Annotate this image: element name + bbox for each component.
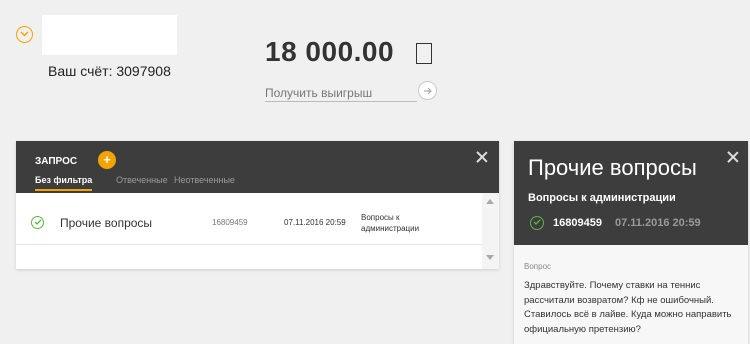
requests-panel: ЗАПРОС + Без фильтра Отвеченные Неотвече…	[16, 141, 499, 269]
check-circle-icon	[530, 216, 544, 230]
withdraw-submit-button[interactable]	[418, 81, 437, 100]
request-detail-panel: Прочие вопросы Вопросы к администрации 1…	[514, 141, 748, 344]
tab-unanswered[interactable]: Неотвеченные	[174, 175, 235, 185]
detail-date: 07.11.2016 20:59	[615, 217, 701, 229]
row-id: 16809459	[212, 218, 248, 227]
detail-id: 16809459	[553, 217, 602, 229]
chevron-down-icon[interactable]	[16, 26, 33, 43]
request-detail-header: Прочие вопросы Вопросы к администрации 1…	[514, 141, 748, 245]
tab-no-filter[interactable]: Без фильтра	[35, 175, 93, 191]
requests-panel-header: ЗАПРОС + Без фильтра Отвеченные Неотвече…	[16, 141, 499, 193]
arrow-right-icon	[424, 87, 432, 95]
close-icon[interactable]	[476, 151, 488, 163]
scroll-down-icon[interactable]	[486, 255, 494, 260]
scroll-up-icon[interactable]	[486, 199, 494, 204]
currency-icon	[416, 43, 432, 64]
scrollbar[interactable]	[482, 193, 499, 269]
account-logo-placeholder	[42, 15, 177, 55]
add-request-button[interactable]: +	[98, 151, 116, 169]
withdraw-input[interactable]	[265, 84, 417, 102]
detail-title: Прочие вопросы	[528, 155, 697, 180]
check-circle-icon	[31, 216, 44, 229]
detail-category: Вопросы к администрации	[528, 192, 676, 204]
table-row[interactable]: Прочие вопросы 16809459 07.11.2016 20:59…	[16, 199, 482, 245]
requests-title: ЗАПРОС	[35, 156, 78, 167]
question-text: Здравствуйте. Почему ставки на теннис ра…	[524, 280, 732, 335]
balance-amount: 18 000.00	[265, 36, 395, 67]
request-detail-body: Вопрос Здравствуйте. Почему ставки на те…	[514, 245, 748, 344]
question-label: Вопрос	[524, 262, 552, 271]
close-icon[interactable]	[727, 151, 739, 163]
account-number: Ваш счёт: 3097908	[48, 63, 171, 79]
row-date: 07.11.2016 20:59	[284, 218, 346, 227]
row-subject: Прочие вопросы	[60, 216, 153, 230]
tab-answered[interactable]: Отвеченные	[116, 175, 168, 185]
account-header: Ваш счёт: 3097908 18 000.00	[0, 0, 750, 135]
row-category: Вопросы к администрации	[361, 213, 420, 233]
